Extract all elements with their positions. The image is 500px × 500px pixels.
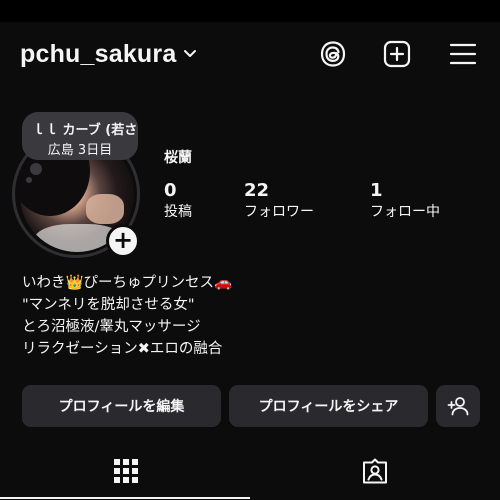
profile-screen: pchu_sakura + ｌｌ カーブ (若さ 広島 3日目 桜蘭 0 投稿 … — [0, 22, 500, 500]
note-text: ｌｌ カーブ (若さ — [32, 123, 138, 138]
active-tab-indicator — [0, 497, 250, 499]
bio-line: とろ沼極液/睾丸マッサージ — [22, 319, 201, 335]
bio: いわき👑ぴーちゅプリンセス🚗 "マンネリを脱却させる女" とろ沼極液/睾丸マッサ… — [22, 272, 462, 360]
username: pchu_sakura — [20, 39, 177, 68]
chevron-down-icon — [184, 50, 197, 57]
content-tabs — [0, 450, 500, 500]
stat-number: 22 — [244, 180, 270, 201]
plus-icon: + — [112, 226, 134, 254]
stat-number: 0 — [164, 180, 177, 201]
note-bubble[interactable]: ｌｌ カーブ (若さ 広島 3日目 — [22, 112, 138, 160]
stat-label: フォロワー — [244, 204, 314, 220]
note-bubble-tail — [30, 163, 42, 175]
profile-header: pchu_sakura — [20, 36, 480, 72]
threads-icon[interactable] — [318, 39, 348, 69]
note-subtext: 広島 3日目 — [47, 143, 113, 158]
note-bubble-tail-small — [26, 177, 32, 183]
bio-line: リラクゼーション✖エロの融合 — [22, 341, 223, 357]
discover-people-button[interactable] — [436, 385, 480, 427]
add-story-button[interactable]: + — [106, 224, 140, 258]
share-profile-button[interactable]: プロフィールをシェア — [229, 385, 428, 427]
stat-posts[interactable]: 0 投稿 — [164, 180, 192, 222]
tagged-icon[interactable] — [360, 456, 390, 486]
stat-label: フォロー中 — [370, 204, 440, 220]
display-name: 桜蘭 — [164, 150, 192, 166]
top-bar — [0, 0, 500, 22]
stat-following[interactable]: 1 フォロー中 — [370, 180, 440, 222]
add-person-icon — [447, 397, 469, 416]
edit-profile-button[interactable]: プロフィールを編集 — [22, 385, 221, 427]
account-switcher[interactable]: pchu_sakura — [20, 36, 197, 72]
menu-icon[interactable] — [448, 39, 478, 69]
grid-icon[interactable] — [111, 456, 141, 486]
stat-label: 投稿 — [164, 204, 192, 220]
stat-number: 1 — [370, 180, 383, 201]
bio-line: いわき👑ぴーちゅプリンセス🚗 — [22, 275, 233, 291]
bio-line: "マンネリを脱却させる女" — [22, 297, 195, 313]
stat-followers[interactable]: 22 フォロワー — [244, 180, 314, 222]
new-post-icon[interactable] — [382, 39, 412, 69]
